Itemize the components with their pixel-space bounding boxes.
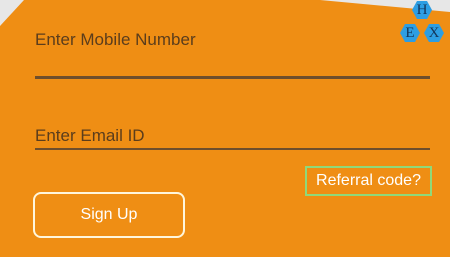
mobile-number-underline xyxy=(35,76,430,79)
hex-logo: H E X xyxy=(396,0,448,48)
email-underline xyxy=(35,148,430,150)
referral-code-link[interactable]: Referral code? xyxy=(305,166,432,196)
sign-up-button[interactable]: Sign Up xyxy=(33,192,185,238)
logo-hex-e: E xyxy=(400,24,420,42)
email-field[interactable]: Enter Email ID xyxy=(35,126,145,146)
mobile-number-field[interactable]: Enter Mobile Number xyxy=(35,30,196,50)
logo-hex-h: H xyxy=(412,1,432,19)
logo-hex-x: X xyxy=(424,24,444,42)
